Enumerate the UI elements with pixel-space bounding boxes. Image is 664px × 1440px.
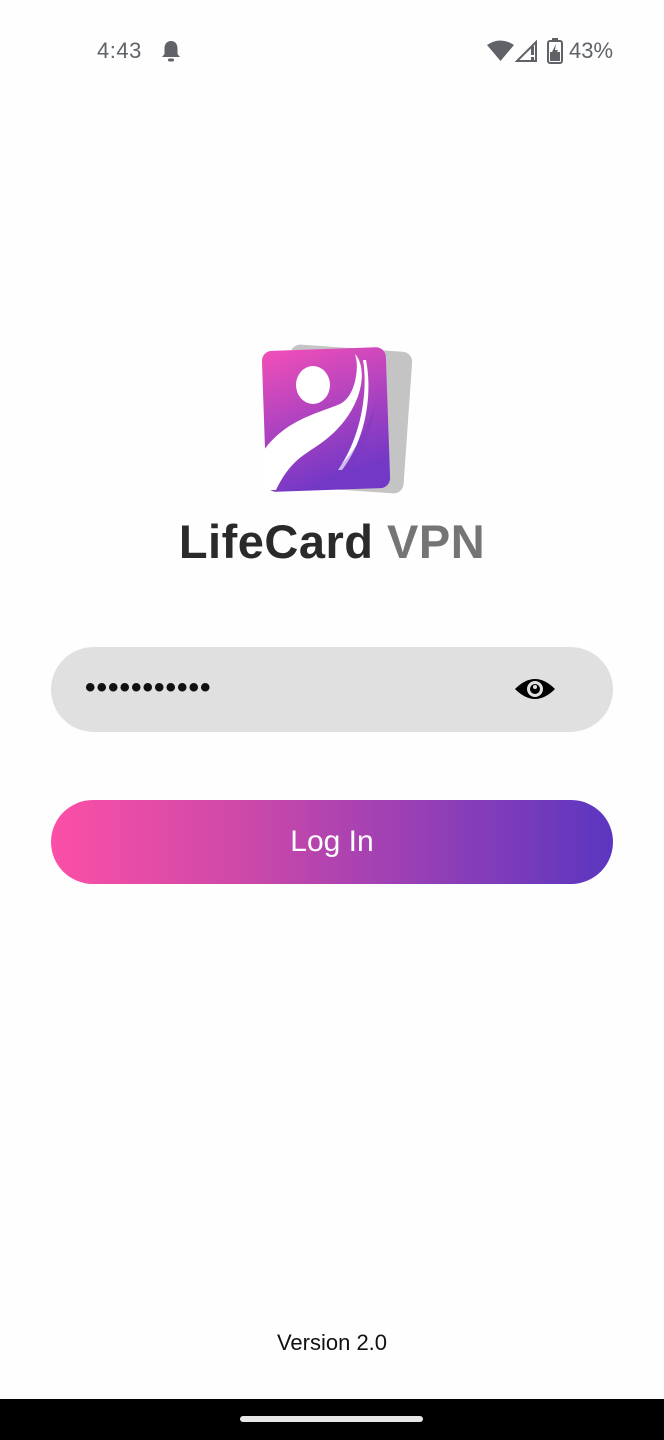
lifecard-logo [261, 344, 413, 494]
brand-name-part2: VPN [387, 515, 486, 568]
brand-title: LifeCard VPN [0, 514, 664, 569]
signal-icon [515, 40, 537, 62]
home-gesture-handle[interactable] [240, 1416, 423, 1422]
battery-percent: 43% [569, 38, 614, 63]
navigation-bar [0, 1399, 664, 1440]
bell-icon [162, 41, 180, 62]
battery-icon [547, 38, 563, 64]
eye-icon[interactable] [513, 675, 557, 703]
login-button[interactable]: Log In [51, 800, 613, 884]
login-screen: 4:43 43% LifeCard VPN ••••••••••• Log In… [0, 0, 664, 1440]
version-label: Version 2.0 [276, 1330, 388, 1355]
password-field[interactable]: ••••••••••• [51, 647, 613, 732]
password-value[interactable]: ••••••••••• [85, 671, 212, 705]
status-bar: 4:43 43% [0, 0, 664, 100]
brand-name-part1: LifeCard [178, 515, 374, 568]
wifi-icon [487, 40, 514, 61]
status-time: 4:43 [97, 38, 142, 63]
